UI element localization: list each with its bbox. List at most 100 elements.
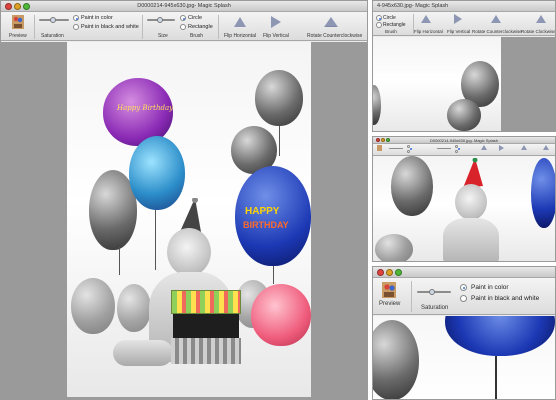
child-body (443, 218, 499, 261)
photo[interactable] (373, 156, 555, 261)
paint-bw-radio[interactable] (407, 150, 410, 153)
toolbar-separator (34, 15, 35, 39)
rotate-ccw-icon[interactable] (491, 15, 501, 23)
rotate-ccw-label: Rotate Counterclockwise (307, 33, 363, 39)
paint-color-radio[interactable] (460, 284, 467, 291)
image-canvas[interactable] (373, 156, 555, 261)
saturation-label: Saturation (421, 305, 449, 311)
gray-balloon (71, 278, 115, 334)
minimize-button[interactable] (14, 3, 21, 10)
saturation-slider-knob[interactable] (429, 289, 435, 295)
circle-label: Circle (188, 15, 203, 21)
gray-balloon (255, 70, 303, 126)
size-slider-knob[interactable] (157, 17, 163, 23)
right-middle-window: D0000214-945x630.jpg- Magic Splash (372, 136, 556, 262)
close-button[interactable] (376, 138, 380, 142)
image-canvas[interactable]: Happy Birthday HAPPY BIRTHDAY (1, 42, 367, 399)
rotate-ccw-button[interactable]: Rotate Counterclockwise (297, 14, 367, 40)
flip-horizontal-icon[interactable] (481, 145, 487, 150)
rectangle-radio[interactable] (376, 22, 382, 28)
main-toolbar: Preview Saturation Paint in color Paint … (1, 12, 367, 41)
flip-vertical-label[interactable]: Flip Vertical (447, 29, 470, 34)
image-canvas[interactable] (373, 37, 555, 131)
toolbar-separator (142, 15, 143, 39)
preview-button[interactable]: Preview (376, 281, 406, 313)
right-bottom-title-bar (373, 267, 555, 278)
close-button[interactable] (377, 269, 384, 276)
rotate-cw-label[interactable]: Rotate Clockwise (521, 29, 555, 34)
paint-bw-radio[interactable] (460, 295, 467, 302)
saturation-slider-knob[interactable] (50, 17, 56, 23)
flip-horizontal-icon (234, 17, 246, 27)
preview-label: Preview (9, 33, 27, 39)
flip-vertical-icon[interactable] (499, 145, 504, 151)
minimize-button[interactable] (381, 138, 385, 142)
blue-balloon (445, 316, 555, 356)
brush-label: Brush (385, 29, 397, 34)
preview-icon (382, 282, 396, 298)
preview-icon (12, 15, 24, 29)
rotate-ccw-label[interactable]: Rotate Counterclockwise (472, 29, 522, 34)
paint-bw-radio[interactable] (73, 24, 79, 30)
size-slider[interactable] (437, 148, 451, 149)
paint-color-radio[interactable] (407, 145, 412, 150)
flip-horizontal-label: Flip Horizontal (224, 33, 256, 39)
flip-vertical-icon (271, 16, 281, 28)
right-top-toolbar: Circle Rectangle Brush Flip Horizontal F… (373, 12, 555, 36)
zoom-button[interactable] (395, 269, 402, 276)
rotate-ccw-icon[interactable] (521, 145, 527, 150)
right-top-window: 4-945x630.jpg- Magic Splash Circle Recta… (372, 0, 556, 132)
size-slider[interactable] (147, 14, 177, 26)
present-gray (171, 338, 241, 364)
window-title: 4-945x630.jpg- Magic Splash (377, 3, 449, 9)
flip-horizontal-icon[interactable] (421, 15, 431, 23)
preview-label: Preview (379, 301, 401, 307)
child-head (455, 184, 487, 220)
right-bottom-window: Preview Saturation Paint in color Paint … (372, 266, 556, 400)
flip-vertical-button[interactable]: Flip Vertical (261, 14, 293, 40)
present-green (171, 290, 241, 314)
saturation-slider[interactable] (39, 14, 71, 26)
circle-radio[interactable] (455, 145, 460, 150)
flip-horizontal-button[interactable]: Flip Horizontal (221, 14, 259, 40)
rectangle-radio[interactable] (180, 24, 186, 30)
photo[interactable] (373, 37, 501, 131)
image-canvas[interactable] (373, 316, 555, 399)
balloon-text: BIRTHDAY (243, 220, 289, 230)
brush-label: Brush (190, 33, 204, 39)
preview-button[interactable]: Preview (5, 14, 31, 40)
saturation-slider[interactable] (389, 148, 403, 149)
paint-color-radio[interactable] (73, 15, 79, 21)
photo[interactable] (373, 316, 555, 399)
gray-balloon (117, 284, 151, 332)
circle-radio[interactable] (180, 15, 186, 21)
close-button[interactable] (5, 3, 12, 10)
photo[interactable]: Happy Birthday HAPPY BIRTHDAY (67, 42, 311, 397)
paint-bw-label: Paint in black and white (81, 24, 139, 30)
rotate-cw-icon[interactable] (543, 145, 549, 150)
main-window: D0000214-945x630.jpg- Magic Splash Previ… (0, 0, 368, 400)
minimize-button[interactable] (386, 269, 393, 276)
right-middle-toolbar (373, 144, 555, 156)
preview-icon[interactable] (377, 145, 382, 151)
rectangle-label: Rectangle (383, 22, 406, 28)
flip-horizontal-label[interactable]: Flip Horizontal (414, 29, 443, 34)
main-title-bar: D0000214-945x630.jpg- Magic Splash (1, 1, 367, 12)
circle-radio[interactable] (376, 15, 382, 21)
child-head (167, 228, 211, 276)
window-title: D0000214-945x630.jpg- Magic Splash (137, 3, 231, 9)
rectangle-radio[interactable] (455, 150, 458, 153)
toolbar-separator (218, 15, 219, 39)
zoom-button[interactable] (386, 138, 390, 142)
saturation-slider[interactable] (417, 286, 453, 298)
present-black (173, 314, 239, 338)
paint-color-label: Paint in color (81, 15, 113, 21)
flip-vertical-icon[interactable] (454, 14, 462, 24)
rotate-ccw-icon (324, 17, 338, 27)
balloon-text: Happy Birthday (117, 104, 174, 112)
paint-color-label: Paint in color (471, 284, 509, 291)
rotate-cw-icon[interactable] (536, 15, 546, 23)
balloon-text: HAPPY (245, 206, 280, 217)
saturation-label: Saturation (41, 33, 64, 39)
zoom-button[interactable] (23, 3, 30, 10)
